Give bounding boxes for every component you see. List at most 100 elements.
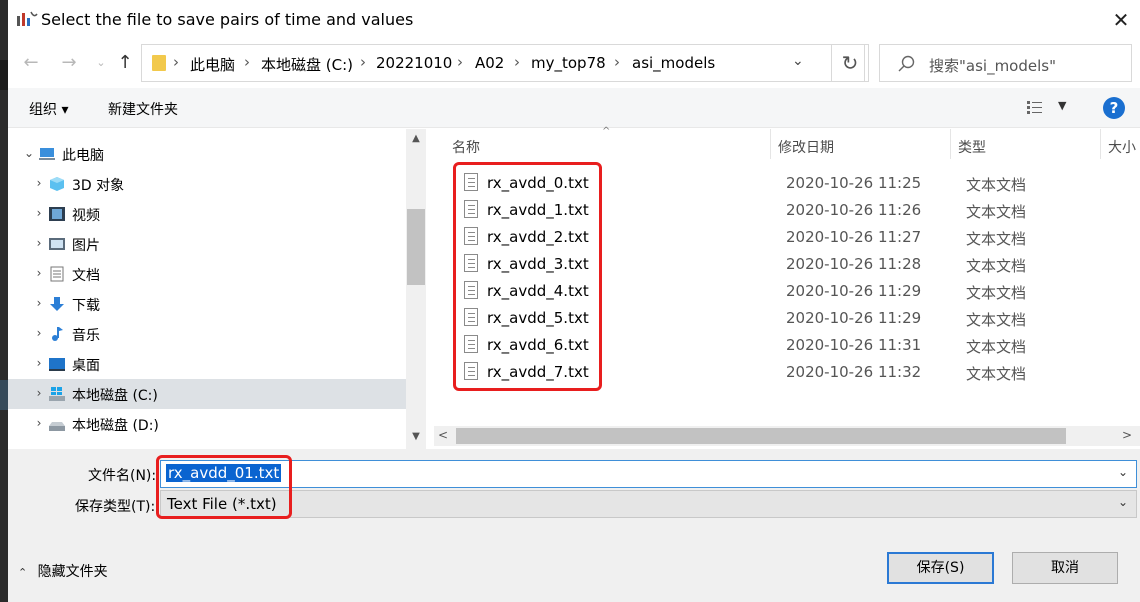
view-options-icon[interactable]: [1026, 100, 1046, 116]
tree-item-documents[interactable]: › 文档: [8, 259, 406, 289]
search-input[interactable]: 搜索"asi_models": [879, 44, 1132, 82]
hide-folders-label: 隐藏文件夹: [37, 564, 108, 580]
tree-item-desktop[interactable]: › 桌面: [8, 349, 406, 379]
tree-item-label: 音乐: [72, 328, 100, 344]
expand-chevron-icon[interactable]: ⌄: [22, 146, 36, 160]
tree-item-3d-objects[interactable]: › 3D 对象: [8, 169, 406, 199]
breadcrumb-separator[interactable]: ›: [173, 53, 179, 71]
tree-item-videos[interactable]: › 视频: [8, 199, 406, 229]
breadcrumb-item[interactable]: 本地磁盘 (C:): [261, 54, 353, 75]
tree-item-label: 视频: [72, 208, 100, 224]
expand-chevron-icon[interactable]: ›: [32, 356, 46, 370]
breadcrumb-separator[interactable]: ›: [614, 53, 620, 71]
up-arrow-icon[interactable]: ↑: [112, 50, 138, 76]
save-form-area: 文件名(N): rx_avdd_01.txt ⌄ 保存类型(T): Text F…: [8, 449, 1140, 602]
navigation-scrollbar[interactable]: ▲ ▼: [406, 129, 426, 449]
scroll-right-icon[interactable]: >: [1122, 428, 1132, 442]
column-divider[interactable]: [1100, 129, 1101, 159]
expand-chevron-icon[interactable]: ›: [32, 296, 46, 310]
video-icon: [49, 207, 65, 221]
tree-item-label: 图片: [72, 238, 100, 254]
breadcrumb-item[interactable]: A02: [475, 54, 504, 72]
filetype-label: 保存类型(T):: [75, 499, 156, 515]
scroll-up-icon[interactable]: ▲: [406, 129, 426, 149]
filename-highlight-annotation: [156, 455, 292, 519]
sort-ascending-icon: ^: [602, 126, 611, 137]
cube-3d-icon: [50, 177, 64, 191]
file-date: 2020-10-26 11:32: [786, 363, 922, 381]
back-arrow-icon[interactable]: ←: [18, 50, 44, 76]
breadcrumb-item[interactable]: asi_models: [632, 54, 715, 72]
view-dropdown-icon[interactable]: ▼: [1058, 99, 1066, 112]
tree-item-label: 本地磁盘 (C:): [72, 388, 158, 404]
column-divider[interactable]: [770, 129, 771, 159]
music-icon: [52, 327, 63, 341]
save-file-dialog: Select the file to save pairs of time an…: [8, 0, 1140, 602]
address-history-dropdown-icon[interactable]: ⌄: [792, 53, 804, 69]
breadcrumb-separator[interactable]: ›: [514, 53, 520, 71]
scroll-left-icon[interactable]: <: [438, 428, 448, 442]
forward-arrow-icon[interactable]: →: [56, 50, 82, 76]
refresh-icon[interactable]: ↻: [831, 44, 869, 82]
organize-menu-button[interactable]: 组织 ▾: [29, 99, 68, 119]
expand-chevron-icon[interactable]: ›: [32, 206, 46, 220]
filename-input[interactable]: rx_avdd_01.txt ⌄: [160, 460, 1137, 488]
tree-item-local-disk-d[interactable]: › 本地磁盘 (D:): [8, 409, 406, 439]
file-type: 文本文档: [966, 365, 1027, 383]
column-divider[interactable]: [950, 129, 951, 159]
file-type: 文本文档: [966, 203, 1027, 221]
tree-item-pictures[interactable]: › 图片: [8, 229, 406, 259]
tree-item-label: 下载: [72, 298, 100, 314]
expand-chevron-icon[interactable]: ›: [32, 176, 46, 190]
file-type: 文本文档: [966, 311, 1027, 329]
scrollbar-thumb[interactable]: [456, 428, 1066, 444]
desktop-icon: [49, 358, 65, 371]
file-date: 2020-10-26 11:28: [786, 255, 922, 273]
expand-chevron-icon[interactable]: ›: [32, 416, 46, 430]
breadcrumb-separator[interactable]: ›: [360, 53, 366, 71]
search-placeholder: 搜索"asi_models": [929, 57, 1056, 75]
hide-folders-toggle[interactable]: ⌃ 隐藏文件夹: [18, 561, 108, 581]
download-icon: [50, 297, 64, 311]
tree-item-local-disk-c[interactable]: › 本地磁盘 (C:): [8, 379, 406, 409]
column-header-size[interactable]: 大小: [1108, 137, 1136, 157]
close-icon[interactable]: ✕: [1106, 6, 1136, 34]
breadcrumb-separator[interactable]: ›: [244, 53, 250, 71]
expand-chevron-icon[interactable]: ›: [32, 236, 46, 250]
recent-locations-chevron-icon[interactable]: ⌄: [88, 50, 114, 76]
file-type: 文本文档: [966, 284, 1027, 302]
scroll-down-icon[interactable]: ▼: [406, 427, 426, 447]
breadcrumb-item[interactable]: my_top78: [531, 54, 606, 72]
chevron-down-icon[interactable]: ⌄: [1118, 465, 1128, 479]
command-toolbar: 组织 ▾ 新建文件夹 ▼ ?: [8, 88, 1140, 128]
column-header-name[interactable]: 名称: [452, 137, 480, 157]
cancel-button[interactable]: 取消: [1012, 552, 1118, 584]
file-date: 2020-10-26 11:29: [786, 309, 922, 327]
new-folder-button[interactable]: 新建文件夹: [108, 99, 178, 119]
chevron-up-icon: ⌃: [18, 566, 28, 579]
expand-chevron-icon[interactable]: ›: [32, 326, 46, 340]
file-type: 文本文档: [966, 176, 1027, 194]
breadcrumb-item[interactable]: 20221010: [376, 54, 452, 72]
file-type: 文本文档: [966, 257, 1027, 275]
address-bar[interactable]: › 此电脑 › 本地磁盘 (C:) › 20221010 › A02 › my_…: [141, 44, 865, 82]
tree-item-label: 3D 对象: [72, 178, 125, 194]
drive-icon: [49, 422, 65, 431]
file-date: 2020-10-26 11:27: [786, 228, 922, 246]
breadcrumb-item[interactable]: 此电脑: [190, 54, 235, 75]
column-header-date[interactable]: 修改日期: [778, 137, 834, 157]
filetype-select[interactable]: Text File (*.txt) ⌄: [160, 490, 1137, 518]
save-button[interactable]: 保存(S): [887, 552, 994, 584]
file-date: 2020-10-26 11:31: [786, 336, 922, 354]
chevron-down-icon[interactable]: ⌄: [1118, 495, 1128, 509]
tree-item-this-pc[interactable]: ⌄ 此电脑: [8, 139, 406, 169]
breadcrumb-separator[interactable]: ›: [457, 53, 463, 71]
tree-item-music[interactable]: › 音乐: [8, 319, 406, 349]
scrollbar-thumb[interactable]: [407, 209, 425, 285]
help-icon[interactable]: ?: [1103, 97, 1125, 119]
expand-chevron-icon[interactable]: ›: [32, 266, 46, 280]
tree-item-downloads[interactable]: › 下载: [8, 289, 406, 319]
file-list-horizontal-scrollbar[interactable]: < >: [434, 426, 1140, 446]
expand-chevron-icon[interactable]: ›: [32, 386, 46, 400]
column-header-type[interactable]: 类型: [958, 137, 986, 157]
